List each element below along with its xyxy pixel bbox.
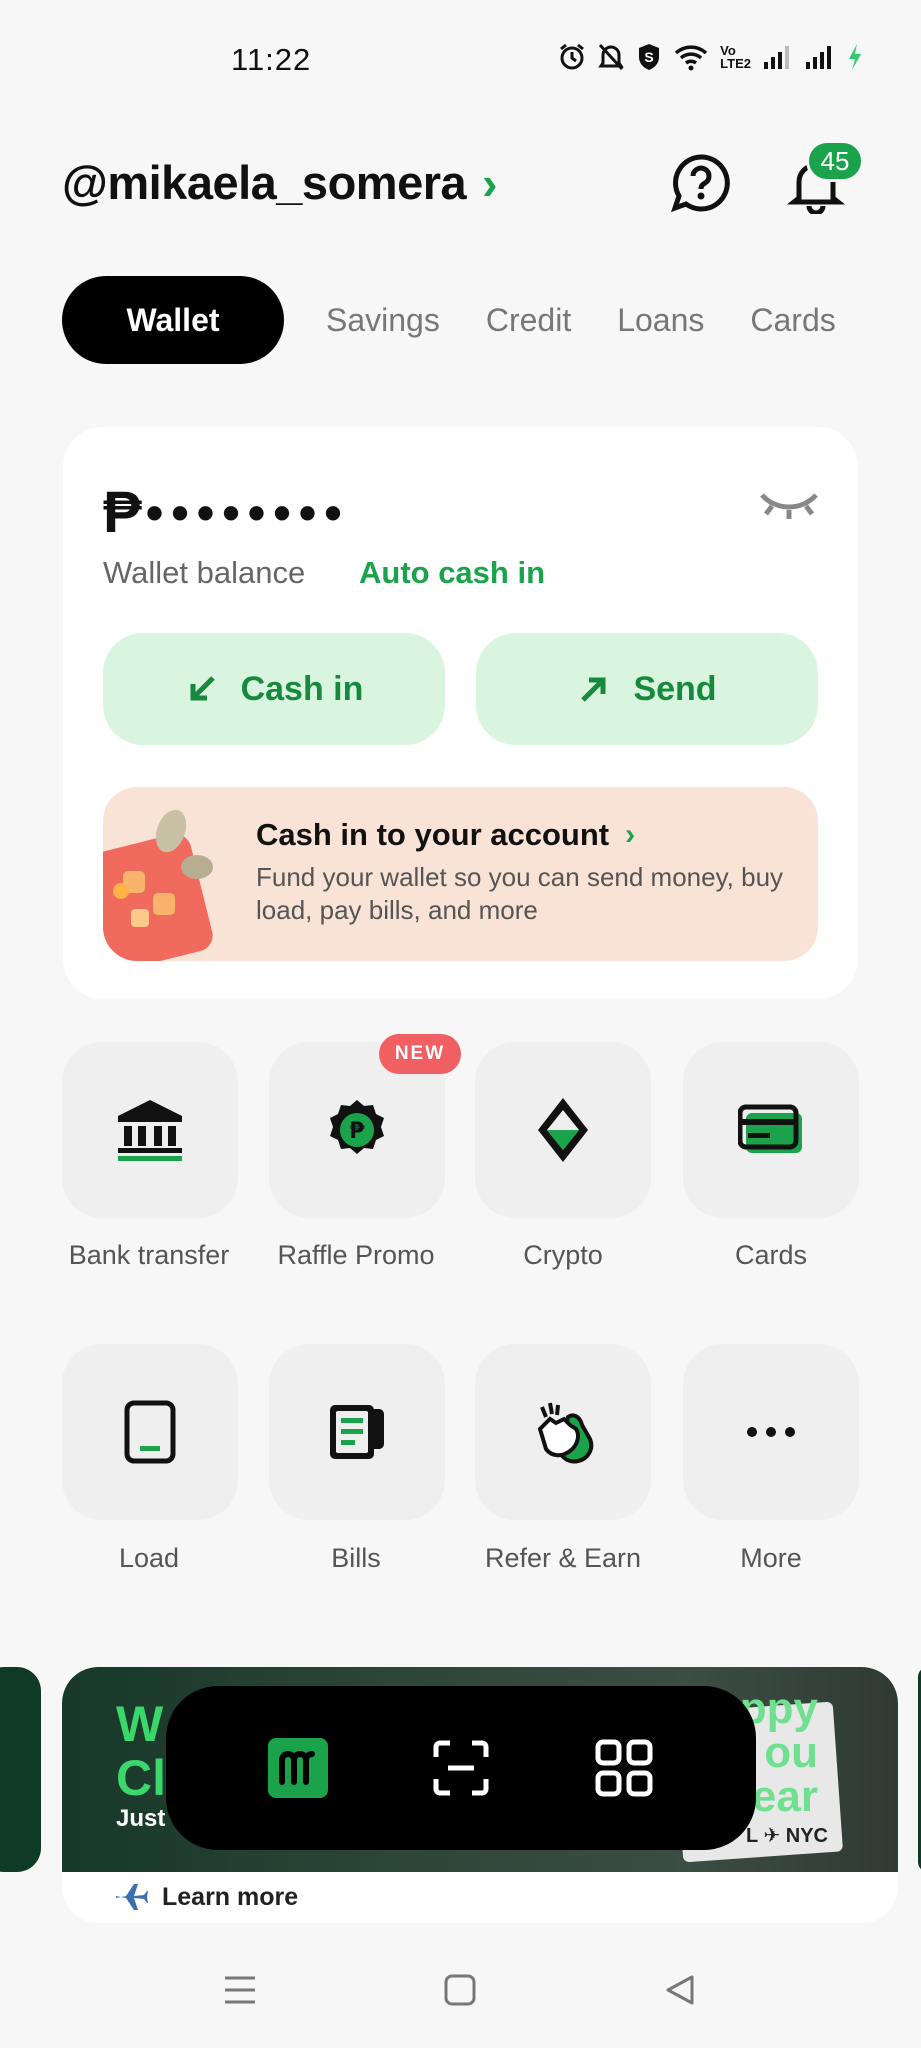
- crypto-button[interactable]: [475, 1042, 651, 1218]
- phone-icon: [124, 1400, 176, 1464]
- volte-indicator: Vo LTE2: [720, 44, 751, 70]
- more-icon: [747, 1427, 795, 1437]
- hide-balance-toggle[interactable]: [758, 489, 820, 519]
- more-services-button[interactable]: [683, 1344, 859, 1520]
- banner-route-text: L ✈ NYC: [746, 1825, 828, 1847]
- auto-cash-in-link[interactable]: Auto cash in: [359, 555, 545, 591]
- account-tabs: Wallet Savings Credit Loans Cards: [62, 276, 882, 364]
- masked-balance: ••••••••: [145, 484, 350, 541]
- airplane-icon: [116, 1884, 148, 1910]
- signal-icon-2: [806, 46, 831, 69]
- status-time: 11:22: [231, 42, 312, 77]
- username-text: @mikaela_somera: [62, 156, 467, 209]
- shield-icon: S: [639, 44, 660, 70]
- svg-text:₱: ₱: [349, 1119, 365, 1144]
- crypto-label: Crypto: [523, 1240, 603, 1270]
- scan-icon: [433, 1740, 489, 1796]
- wallet-coins-illustration: [103, 809, 213, 961]
- promo-description: Fund your wallet so you can send money, …: [256, 862, 784, 925]
- chevron-right-icon: ›: [482, 156, 497, 209]
- card-icon: [738, 1104, 802, 1153]
- send-button[interactable]: Send: [476, 633, 818, 745]
- charging-icon: [849, 44, 861, 70]
- bill-icon: [330, 1405, 384, 1459]
- refer-earn-button[interactable]: [475, 1344, 651, 1520]
- promo-title: Cash in to your account ›: [256, 817, 635, 853]
- status-bar: 11:22 S Vo LTE2: [0, 0, 921, 120]
- cash-in-button[interactable]: Cash in: [103, 633, 445, 745]
- system-back-button[interactable]: [660, 1970, 700, 2010]
- wallet-card: ₱ •••••••• Wallet balance Auto cash in C…: [63, 427, 858, 999]
- bank-transfer-button[interactable]: [62, 1042, 238, 1218]
- signal-icon: [764, 46, 789, 69]
- bank-transfer-label: Bank transfer: [68, 1240, 230, 1270]
- status-icons: S Vo LTE2: [558, 42, 863, 72]
- wallet-balance-label: Wallet balance: [103, 555, 306, 590]
- bank-icon: [118, 1100, 182, 1161]
- raffle-promo-label: Raffle Promo: [277, 1240, 435, 1270]
- tab-wallet[interactable]: Wallet: [62, 276, 284, 364]
- banner-subtext: Just: [116, 1805, 166, 1832]
- crypto-icon: [538, 1098, 588, 1162]
- lte-label: LTE2: [720, 56, 751, 71]
- tab-savings[interactable]: Savings: [326, 302, 440, 339]
- tab-loans[interactable]: Loans: [617, 302, 704, 339]
- menu-icon: [225, 1976, 255, 2004]
- maya-logo-icon: [267, 1738, 328, 1798]
- new-badge: NEW: [379, 1034, 461, 1074]
- learn-more-link[interactable]: Learn more: [114, 1882, 298, 1912]
- promo-title-text: Cash in to your account: [256, 817, 610, 852]
- cash-in-label: Cash in: [240, 669, 364, 708]
- more-services-label: More: [740, 1543, 802, 1573]
- bills-label: Bills: [331, 1543, 381, 1573]
- back-triangle-icon: [666, 1975, 694, 2005]
- system-home-button[interactable]: [440, 1970, 480, 2010]
- system-navigation-bar: [0, 1940, 921, 2048]
- cards-service-label: Cards: [734, 1240, 808, 1270]
- learn-more-label: Learn more: [162, 1882, 299, 1911]
- square-home-icon: [444, 1974, 476, 2006]
- raffle-icon: ₱: [330, 1100, 384, 1154]
- svg-text:S: S: [645, 49, 654, 65]
- nav-scan-button[interactable]: [429, 1736, 493, 1800]
- wifi-icon: [674, 45, 708, 71]
- arrow-down-left-icon: [190, 676, 215, 701]
- banner-headline: W Cl: [116, 1696, 166, 1806]
- previous-banner-peek[interactable]: [0, 1667, 41, 1872]
- refer-earn-label: Refer & Earn: [484, 1543, 642, 1573]
- help-chat-icon: [670, 154, 730, 213]
- load-button[interactable]: [62, 1344, 238, 1520]
- alarm-icon: [560, 43, 585, 70]
- notification-count-badge: 45: [806, 140, 864, 182]
- bills-button[interactable]: [269, 1344, 445, 1520]
- cash-in-promo-banner[interactable]: Cash in to your account › Fund your wall…: [103, 787, 818, 961]
- high-five-icon: [537, 1402, 594, 1464]
- nav-home-button[interactable]: [266, 1736, 330, 1800]
- muted-bell-icon: [598, 43, 624, 71]
- chevron-right-icon: ›: [625, 818, 636, 851]
- nav-apps-button[interactable]: [592, 1736, 656, 1800]
- send-label: Send: [633, 669, 717, 708]
- wallet-balance: ₱ ••••••••: [103, 479, 350, 546]
- system-menu-button[interactable]: [220, 1970, 260, 2010]
- arrow-up-right-icon: [581, 677, 606, 702]
- floating-bottom-nav: [166, 1686, 756, 1850]
- eye-closed-icon: [760, 493, 818, 519]
- help-button[interactable]: [670, 152, 732, 214]
- tab-credit[interactable]: Credit: [486, 302, 571, 339]
- cards-service-button[interactable]: [683, 1042, 859, 1218]
- currency-symbol: ₱: [103, 480, 142, 545]
- tab-cards[interactable]: Cards: [750, 302, 835, 339]
- load-label: Load: [118, 1543, 180, 1573]
- profile-username-link[interactable]: @mikaela_somera ›: [62, 155, 497, 210]
- grid-icon: [595, 1739, 653, 1797]
